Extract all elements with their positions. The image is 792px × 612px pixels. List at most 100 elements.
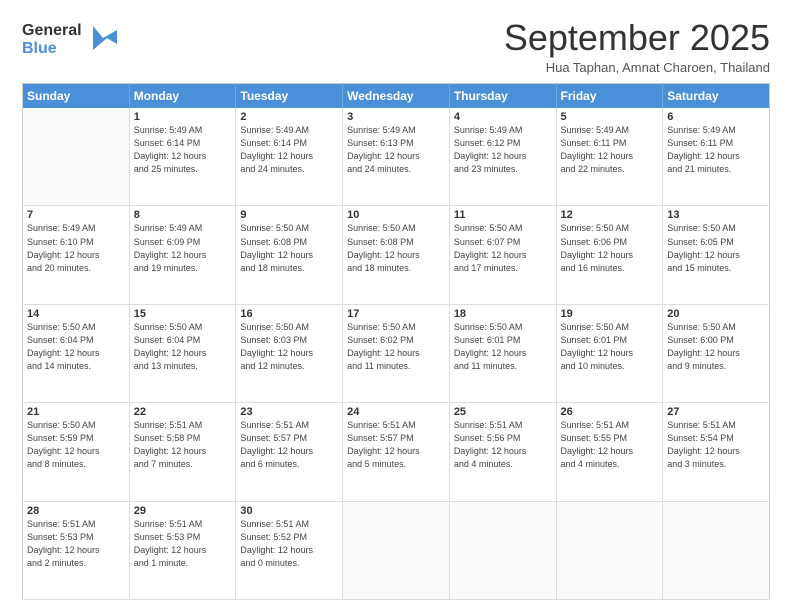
calendar-header-friday: Friday: [556, 83, 663, 108]
calendar-week-5: 28Sunrise: 5:51 AMSunset: 5:53 PMDayligh…: [23, 501, 770, 599]
day-number: 10: [347, 209, 445, 221]
calendar-cell: 23Sunrise: 5:51 AMSunset: 5:57 PMDayligh…: [236, 403, 343, 501]
calendar-cell: 22Sunrise: 5:51 AMSunset: 5:58 PMDayligh…: [129, 403, 236, 501]
calendar-cell: 7Sunrise: 5:49 AMSunset: 6:10 PMDaylight…: [23, 206, 130, 304]
month-title: September 2025: [504, 18, 770, 58]
calendar-cell: 18Sunrise: 5:50 AMSunset: 6:01 PMDayligh…: [449, 304, 556, 402]
day-number: 7: [27, 209, 125, 221]
location: Hua Taphan, Amnat Charoen, Thailand: [504, 60, 770, 75]
day-info: Sunrise: 5:50 AMSunset: 5:59 PMDaylight:…: [27, 419, 125, 471]
day-number: 2: [240, 111, 338, 123]
day-info: Sunrise: 5:50 AMSunset: 6:04 PMDaylight:…: [27, 321, 125, 373]
calendar-cell: 6Sunrise: 5:49 AMSunset: 6:11 PMDaylight…: [663, 108, 770, 206]
day-info: Sunrise: 5:49 AMSunset: 6:13 PMDaylight:…: [347, 124, 445, 176]
calendar: SundayMondayTuesdayWednesdayThursdayFrid…: [22, 83, 770, 600]
calendar-header-thursday: Thursday: [449, 83, 556, 108]
calendar-cell: 8Sunrise: 5:49 AMSunset: 6:09 PMDaylight…: [129, 206, 236, 304]
day-number: 15: [134, 308, 232, 320]
calendar-cell: [556, 501, 663, 599]
calendar-cell: 25Sunrise: 5:51 AMSunset: 5:56 PMDayligh…: [449, 403, 556, 501]
calendar-cell: 20Sunrise: 5:50 AMSunset: 6:00 PMDayligh…: [663, 304, 770, 402]
day-number: 4: [454, 111, 552, 123]
page-header: General Blue September 2025 Hua Taphan, …: [22, 18, 770, 75]
day-number: 24: [347, 406, 445, 418]
logo: General Blue: [22, 22, 117, 59]
day-info: Sunrise: 5:50 AMSunset: 6:00 PMDaylight:…: [667, 321, 765, 373]
calendar-header-row: SundayMondayTuesdayWednesdayThursdayFrid…: [23, 83, 770, 108]
day-info: Sunrise: 5:50 AMSunset: 6:03 PMDaylight:…: [240, 321, 338, 373]
calendar-cell: 15Sunrise: 5:50 AMSunset: 6:04 PMDayligh…: [129, 304, 236, 402]
calendar-cell: 1Sunrise: 5:49 AMSunset: 6:14 PMDaylight…: [129, 108, 236, 206]
calendar-header-tuesday: Tuesday: [236, 83, 343, 108]
logo-line1: General: [22, 22, 82, 40]
day-number: 13: [667, 209, 765, 221]
calendar-cell: [449, 501, 556, 599]
day-info: Sunrise: 5:51 AMSunset: 5:53 PMDaylight:…: [134, 518, 232, 570]
day-number: 1: [134, 111, 232, 123]
day-info: Sunrise: 5:49 AMSunset: 6:14 PMDaylight:…: [240, 124, 338, 176]
calendar-cell: 30Sunrise: 5:51 AMSunset: 5:52 PMDayligh…: [236, 501, 343, 599]
day-info: Sunrise: 5:50 AMSunset: 6:01 PMDaylight:…: [454, 321, 552, 373]
calendar-header-wednesday: Wednesday: [343, 83, 450, 108]
calendar-cell: 16Sunrise: 5:50 AMSunset: 6:03 PMDayligh…: [236, 304, 343, 402]
calendar-cell: 17Sunrise: 5:50 AMSunset: 6:02 PMDayligh…: [343, 304, 450, 402]
day-info: Sunrise: 5:50 AMSunset: 6:01 PMDaylight:…: [561, 321, 659, 373]
day-info: Sunrise: 5:49 AMSunset: 6:10 PMDaylight:…: [27, 222, 125, 274]
day-number: 19: [561, 308, 659, 320]
day-info: Sunrise: 5:49 AMSunset: 6:09 PMDaylight:…: [134, 222, 232, 274]
calendar-cell: 9Sunrise: 5:50 AMSunset: 6:08 PMDaylight…: [236, 206, 343, 304]
logo-icon: [85, 22, 117, 54]
day-info: Sunrise: 5:51 AMSunset: 5:55 PMDaylight:…: [561, 419, 659, 471]
calendar-header-monday: Monday: [129, 83, 236, 108]
day-number: 5: [561, 111, 659, 123]
title-block: September 2025 Hua Taphan, Amnat Charoen…: [504, 18, 770, 75]
day-number: 29: [134, 505, 232, 517]
day-number: 3: [347, 111, 445, 123]
calendar-cell: 26Sunrise: 5:51 AMSunset: 5:55 PMDayligh…: [556, 403, 663, 501]
calendar-cell: [23, 108, 130, 206]
day-info: Sunrise: 5:51 AMSunset: 5:54 PMDaylight:…: [667, 419, 765, 471]
calendar-cell: 28Sunrise: 5:51 AMSunset: 5:53 PMDayligh…: [23, 501, 130, 599]
day-info: Sunrise: 5:49 AMSunset: 6:14 PMDaylight:…: [134, 124, 232, 176]
day-number: 12: [561, 209, 659, 221]
calendar-header-saturday: Saturday: [663, 83, 770, 108]
calendar-cell: [343, 501, 450, 599]
day-number: 22: [134, 406, 232, 418]
calendar-week-4: 21Sunrise: 5:50 AMSunset: 5:59 PMDayligh…: [23, 403, 770, 501]
day-number: 30: [240, 505, 338, 517]
calendar-cell: 21Sunrise: 5:50 AMSunset: 5:59 PMDayligh…: [23, 403, 130, 501]
day-info: Sunrise: 5:51 AMSunset: 5:57 PMDaylight:…: [347, 419, 445, 471]
day-info: Sunrise: 5:49 AMSunset: 6:11 PMDaylight:…: [561, 124, 659, 176]
calendar-cell: 29Sunrise: 5:51 AMSunset: 5:53 PMDayligh…: [129, 501, 236, 599]
calendar-cell: 11Sunrise: 5:50 AMSunset: 6:07 PMDayligh…: [449, 206, 556, 304]
calendar-cell: 3Sunrise: 5:49 AMSunset: 6:13 PMDaylight…: [343, 108, 450, 206]
calendar-week-3: 14Sunrise: 5:50 AMSunset: 6:04 PMDayligh…: [23, 304, 770, 402]
day-info: Sunrise: 5:51 AMSunset: 5:52 PMDaylight:…: [240, 518, 338, 570]
day-info: Sunrise: 5:49 AMSunset: 6:12 PMDaylight:…: [454, 124, 552, 176]
day-info: Sunrise: 5:49 AMSunset: 6:11 PMDaylight:…: [667, 124, 765, 176]
calendar-cell: 4Sunrise: 5:49 AMSunset: 6:12 PMDaylight…: [449, 108, 556, 206]
day-number: 23: [240, 406, 338, 418]
calendar-week-1: 1Sunrise: 5:49 AMSunset: 6:14 PMDaylight…: [23, 108, 770, 206]
calendar-cell: 24Sunrise: 5:51 AMSunset: 5:57 PMDayligh…: [343, 403, 450, 501]
day-number: 8: [134, 209, 232, 221]
day-info: Sunrise: 5:50 AMSunset: 6:04 PMDaylight:…: [134, 321, 232, 373]
calendar-cell: 2Sunrise: 5:49 AMSunset: 6:14 PMDaylight…: [236, 108, 343, 206]
day-info: Sunrise: 5:51 AMSunset: 5:53 PMDaylight:…: [27, 518, 125, 570]
calendar-cell: 19Sunrise: 5:50 AMSunset: 6:01 PMDayligh…: [556, 304, 663, 402]
day-info: Sunrise: 5:50 AMSunset: 6:08 PMDaylight:…: [347, 222, 445, 274]
day-number: 21: [27, 406, 125, 418]
day-info: Sunrise: 5:50 AMSunset: 6:08 PMDaylight:…: [240, 222, 338, 274]
day-number: 14: [27, 308, 125, 320]
day-info: Sunrise: 5:50 AMSunset: 6:05 PMDaylight:…: [667, 222, 765, 274]
day-number: 6: [667, 111, 765, 123]
calendar-cell: 27Sunrise: 5:51 AMSunset: 5:54 PMDayligh…: [663, 403, 770, 501]
day-info: Sunrise: 5:51 AMSunset: 5:58 PMDaylight:…: [134, 419, 232, 471]
calendar-cell: [663, 501, 770, 599]
day-number: 18: [454, 308, 552, 320]
day-number: 16: [240, 308, 338, 320]
calendar-header-sunday: Sunday: [23, 83, 130, 108]
calendar-cell: 12Sunrise: 5:50 AMSunset: 6:06 PMDayligh…: [556, 206, 663, 304]
day-info: Sunrise: 5:50 AMSunset: 6:06 PMDaylight:…: [561, 222, 659, 274]
calendar-week-2: 7Sunrise: 5:49 AMSunset: 6:10 PMDaylight…: [23, 206, 770, 304]
